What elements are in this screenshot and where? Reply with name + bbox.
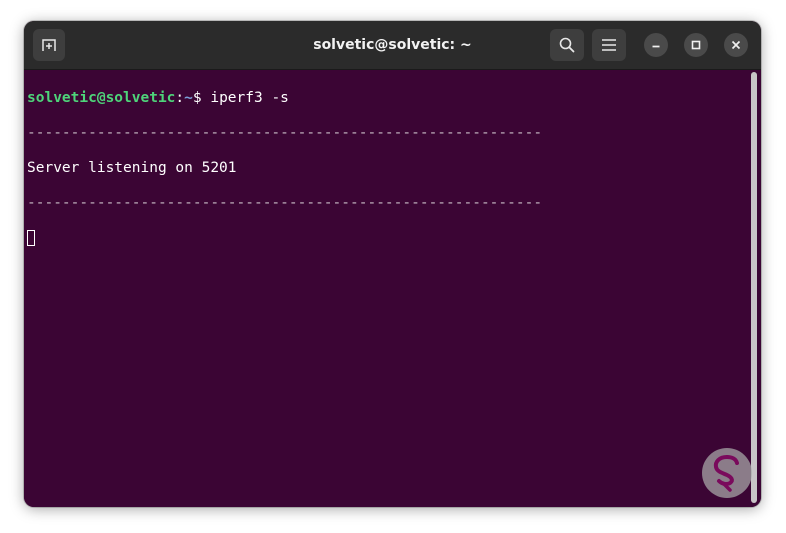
new-tab-icon: [42, 39, 56, 51]
prompt-user: solvetic@solvetic: [27, 89, 176, 106]
separator-line: ----------------------------------------…: [27, 194, 543, 211]
prompt-symbol: $: [192, 89, 211, 106]
scrollbar[interactable]: [750, 72, 758, 503]
prompt-path: ~: [184, 89, 193, 106]
terminal-output: solvetic@solvetic:~$ iperf3 -s ---------…: [27, 72, 747, 282]
search-button[interactable]: [550, 29, 584, 61]
search-icon: [559, 37, 575, 53]
terminal-window: solvetic@solvetic: ~ solvetic@solvetic:~…: [24, 21, 761, 507]
terminal-area[interactable]: solvetic@solvetic:~$ iperf3 -s ---------…: [24, 70, 761, 507]
cursor-line: [27, 229, 747, 248]
maximize-button[interactable]: [684, 33, 708, 57]
separator-line: ----------------------------------------…: [27, 124, 543, 141]
minimize-button[interactable]: [644, 33, 668, 57]
close-icon: [731, 40, 741, 50]
minimize-icon: [652, 45, 660, 48]
prompt-separator: :: [175, 89, 185, 106]
prompt-line: solvetic@solvetic:~$ iperf3 -s: [27, 90, 747, 108]
scrollbar-thumb[interactable]: [751, 72, 757, 503]
close-button[interactable]: [724, 33, 748, 57]
window-title: solvetic@solvetic: ~: [313, 37, 472, 53]
hamburger-menu-icon: [602, 39, 616, 51]
solvetic-logo-icon: [702, 448, 752, 498]
maximize-icon: [691, 40, 701, 50]
output-line: Server listening on 5201: [27, 159, 237, 176]
command-text: iperf3 -s: [210, 89, 289, 106]
title-bar: solvetic@solvetic: ~: [24, 21, 761, 70]
text-cursor: [27, 229, 35, 246]
new-tab-button[interactable]: [33, 29, 65, 61]
menu-button[interactable]: [592, 29, 626, 61]
